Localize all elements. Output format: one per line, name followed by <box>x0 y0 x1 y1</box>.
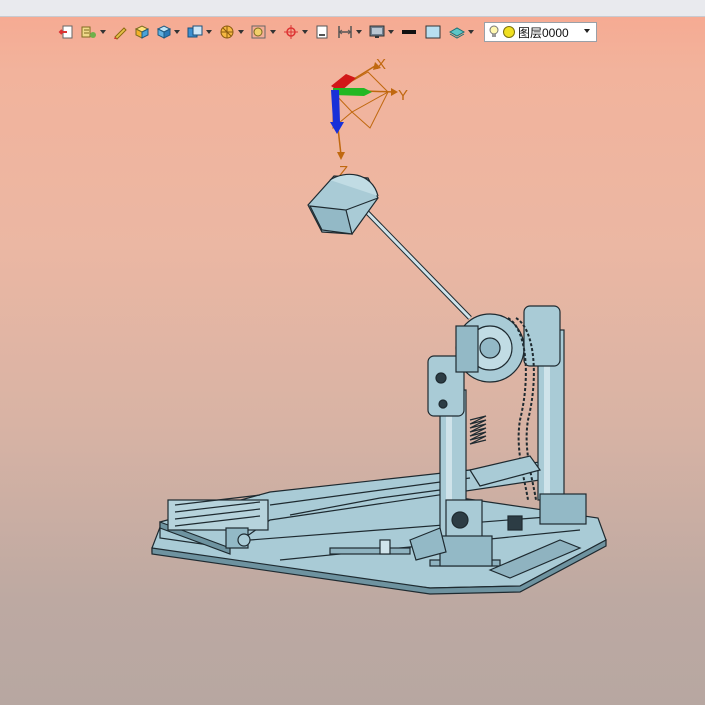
chevron-down-icon[interactable] <box>238 30 244 34</box>
render-mode-button[interactable] <box>154 21 182 43</box>
triad-x-label: X <box>376 56 386 73</box>
lightbulb-icon[interactable] <box>488 25 500 39</box>
origin-button[interactable] <box>280 21 310 43</box>
layer-dropdown[interactable]: 图层0000 <box>484 22 597 42</box>
dimension-icon <box>338 26 352 38</box>
chevron-down-icon[interactable] <box>100 30 106 34</box>
window-top-strip <box>0 0 705 17</box>
chevron-down-icon[interactable] <box>468 30 474 34</box>
exit-icon <box>58 25 73 39</box>
monitor-icon <box>369 25 385 38</box>
layer-dropdown-value: 图层0000 <box>518 25 569 40</box>
pen-icon <box>114 27 127 40</box>
view-cube-icon <box>187 25 203 38</box>
section-view-button[interactable] <box>216 21 246 43</box>
sheet-icon <box>316 25 328 39</box>
view-orientation-button[interactable] <box>184 21 214 43</box>
fill-color-button[interactable] <box>422 21 444 43</box>
chevron-down-icon[interactable] <box>388 30 394 34</box>
right-post[interactable] <box>523 305 587 525</box>
color-swatch-blue-icon <box>425 25 441 39</box>
section-icon <box>220 25 234 39</box>
zoom-fit-icon <box>251 25 266 39</box>
layers-icon <box>448 27 466 39</box>
line-color-button[interactable] <box>398 21 420 43</box>
zoom-fit-button[interactable] <box>248 21 278 43</box>
crosshair-icon <box>284 25 298 39</box>
coordinate-triad[interactable] <box>330 62 398 160</box>
view-toolbar: 图层0000 <box>56 20 597 44</box>
triad-y-label: Y <box>398 87 408 104</box>
3d-viewport[interactable]: X Y Z <box>0 46 705 705</box>
chevron-down-icon[interactable] <box>584 29 590 33</box>
chevron-down-icon[interactable] <box>302 30 308 34</box>
cube-icon <box>156 25 172 39</box>
exit-sketch-button[interactable] <box>56 21 76 43</box>
layer-manager-button[interactable] <box>446 21 476 43</box>
sketch-pen-button[interactable] <box>110 21 130 43</box>
display-style-button[interactable] <box>132 21 152 43</box>
chevron-down-icon[interactable] <box>356 30 362 34</box>
annotation-button[interactable] <box>78 21 108 43</box>
shaded-box-icon <box>134 25 150 39</box>
annotation-icon <box>81 26 96 38</box>
chevron-down-icon[interactable] <box>270 30 276 34</box>
chevron-down-icon[interactable] <box>206 30 212 34</box>
chevron-down-icon[interactable] <box>174 30 180 34</box>
cam-hub[interactable] <box>455 313 525 383</box>
dimension-button[interactable] <box>334 21 364 43</box>
sheet-button[interactable] <box>312 21 332 43</box>
color-swatch-black-icon <box>402 30 416 34</box>
layer-color-dot-icon[interactable] <box>502 25 516 39</box>
pedal-model[interactable] <box>151 173 607 595</box>
spring[interactable] <box>469 415 487 445</box>
beater-head[interactable] <box>307 173 379 235</box>
background-button[interactable] <box>366 21 396 43</box>
